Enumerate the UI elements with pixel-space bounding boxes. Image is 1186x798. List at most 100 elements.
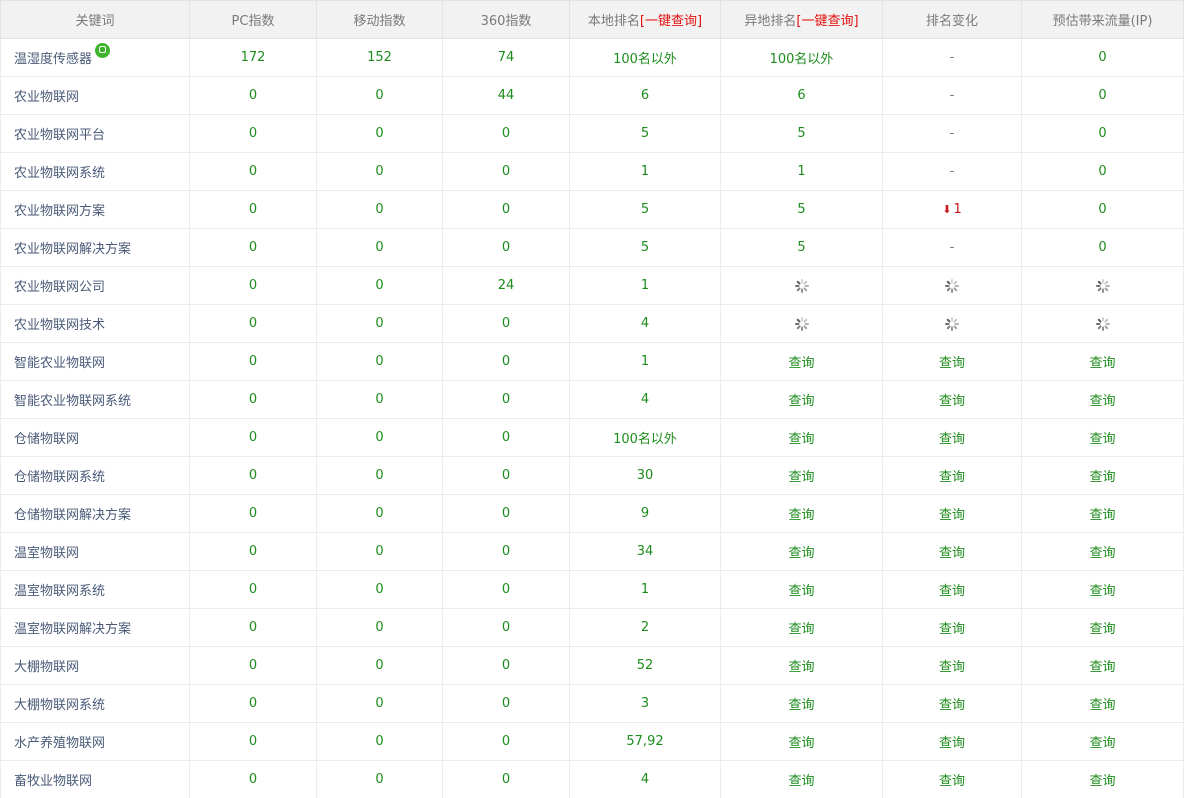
mobile-index-cell: 0 <box>316 494 443 533</box>
query-link[interactable]: 查询 <box>1089 356 1115 371</box>
360-index-cell: 0 <box>442 418 570 457</box>
keyword-text[interactable]: 仓储物联网 <box>14 432 79 447</box>
header-mobile-index[interactable]: 移动指数 <box>316 0 443 39</box>
query-link[interactable]: 查询 <box>788 622 814 637</box>
query-link[interactable]: 查询 <box>939 774 965 789</box>
pc-index-cell: 0 <box>189 608 317 647</box>
rank-change-cell: 查询 <box>882 418 1022 457</box>
estimated-traffic-cell: 查询 <box>1021 608 1184 647</box>
query-link[interactable]: 查询 <box>939 622 965 637</box>
keyword-text[interactable]: 大棚物联网系统 <box>14 698 105 713</box>
query-link[interactable]: 查询 <box>788 356 814 371</box>
query-link[interactable]: 查询 <box>788 774 814 789</box>
rank-change-cell: ⬇ 1 <box>882 190 1022 229</box>
query-link[interactable]: 查询 <box>939 584 965 599</box>
query-link[interactable]: 查询 <box>1089 660 1115 675</box>
local-rank-query-all-link[interactable]: [一键查询] <box>640 14 702 29</box>
rank-change-cell: 查询 <box>882 608 1022 647</box>
query-link[interactable]: 查询 <box>1089 470 1115 485</box>
header-360-index[interactable]: 360指数 <box>442 0 570 39</box>
keyword-text[interactable]: 智能农业物联网系统 <box>14 394 131 409</box>
pc-index-cell: 172 <box>189 38 317 77</box>
query-link[interactable]: 查询 <box>1089 774 1115 789</box>
keyword-cell: 农业物联网解决方案 <box>0 228 190 267</box>
pc-index-cell: 0 <box>189 570 317 609</box>
query-link[interactable]: 查询 <box>788 660 814 675</box>
query-link[interactable]: 查询 <box>788 508 814 523</box>
query-link[interactable]: 查询 <box>939 432 965 447</box>
query-link[interactable]: 查询 <box>939 508 965 523</box>
estimated-traffic-cell: 查询 <box>1021 342 1184 381</box>
query-link[interactable]: 查询 <box>788 394 814 409</box>
rank-change-cell: 查询 <box>882 646 1022 685</box>
keyword-text[interactable]: 温室物联网解决方案 <box>14 622 131 637</box>
keyword-text[interactable]: 水产养殖物联网 <box>14 736 105 751</box>
local-rank-cell: 1 <box>569 266 721 305</box>
estimated-traffic-cell: 0 <box>1021 152 1184 191</box>
360-index-cell: 0 <box>442 342 570 381</box>
table-row: 水产养殖物联网 0 0 0 57,92 查询 查询 查询 <box>0 722 1184 761</box>
remote-rank-cell: 5 <box>720 114 883 153</box>
query-link[interactable]: 查询 <box>939 698 965 713</box>
query-link[interactable]: 查询 <box>1089 546 1115 561</box>
query-link[interactable]: 查询 <box>788 698 814 713</box>
query-link[interactable]: 查询 <box>788 432 814 447</box>
keyword-text[interactable]: 温湿度传感器 <box>14 52 92 67</box>
remote-rank-cell: 查询 <box>720 456 883 495</box>
header-pc-index[interactable]: PC指数 <box>189 0 317 39</box>
keyword-text[interactable]: 农业物联网解决方案 <box>14 242 131 257</box>
query-link[interactable]: 查询 <box>939 470 965 485</box>
local-rank-cell: 9 <box>569 494 721 533</box>
pc-index-cell: 0 <box>189 152 317 191</box>
query-link[interactable]: 查询 <box>1089 622 1115 637</box>
query-link[interactable]: 查询 <box>939 736 965 751</box>
estimated-traffic-cell: 查询 <box>1021 494 1184 533</box>
query-link[interactable]: 查询 <box>939 546 965 561</box>
query-link[interactable]: 查询 <box>788 546 814 561</box>
keyword-cell: 仓储物联网 <box>0 418 190 457</box>
query-link[interactable]: 查询 <box>788 584 814 599</box>
query-link[interactable]: 查询 <box>939 660 965 675</box>
query-link[interactable]: 查询 <box>1089 394 1115 409</box>
estimated-traffic-cell: 查询 <box>1021 760 1184 798</box>
keyword-text[interactable]: 仓储物联网解决方案 <box>14 508 131 523</box>
keyword-text[interactable]: 仓储物联网系统 <box>14 470 105 485</box>
local-rank-cell: 1 <box>569 342 721 381</box>
360-index-cell: 0 <box>442 760 570 798</box>
table-row: 农业物联网系统 0 0 0 1 1-0 <box>0 152 1184 191</box>
360-index-cell: 0 <box>442 456 570 495</box>
keyword-text[interactable]: 农业物联网方案 <box>14 204 105 219</box>
remote-rank-query-all-link[interactable]: [一键查询] <box>796 14 858 29</box>
remote-rank-cell: 查询 <box>720 418 883 457</box>
keyword-text[interactable]: 大棚物联网 <box>14 660 79 675</box>
keyword-text[interactable]: 农业物联网系统 <box>14 166 105 181</box>
keyword-text[interactable]: 农业物联网技术 <box>14 318 105 333</box>
table-row: 智能农业物联网 0 0 0 1 查询 查询 查询 <box>0 342 1184 381</box>
table-row: 大棚物联网系统 0 0 0 3 查询 查询 查询 <box>0 684 1184 723</box>
query-link[interactable]: 查询 <box>1089 432 1115 447</box>
query-link[interactable]: 查询 <box>788 470 814 485</box>
keyword-text[interactable]: 农业物联网 <box>14 90 79 105</box>
mobile-index-cell: 0 <box>316 114 443 153</box>
360-index-cell: 0 <box>442 494 570 533</box>
keyword-text[interactable]: 畜牧业物联网 <box>14 774 92 789</box>
pc-index-cell: 0 <box>189 760 317 798</box>
remote-rank-cell: 查询 <box>720 684 883 723</box>
local-rank-cell: 34 <box>569 532 721 571</box>
keyword-text[interactable]: 农业物联网公司 <box>14 280 105 295</box>
query-link[interactable]: 查询 <box>1089 736 1115 751</box>
query-link[interactable]: 查询 <box>1089 584 1115 599</box>
keyword-text[interactable]: 智能农业物联网 <box>14 356 105 371</box>
keyword-text[interactable]: 温室物联网 <box>14 546 79 561</box>
keyword-text[interactable]: 温室物联网系统 <box>14 584 105 599</box>
query-link[interactable]: 查询 <box>1089 508 1115 523</box>
query-link[interactable]: 查询 <box>788 736 814 751</box>
query-link[interactable]: 查询 <box>939 394 965 409</box>
keyword-text[interactable]: 农业物联网平台 <box>14 128 105 143</box>
mobile-index-cell: 0 <box>316 266 443 305</box>
query-link[interactable]: 查询 <box>1089 698 1115 713</box>
keyword-cell: 大棚物联网系统 <box>0 684 190 723</box>
table-header-row: 关键词 PC指数 移动指数 360指数 本地排名[一键查询] 异地排名[一键查询… <box>0 0 1184 39</box>
query-link[interactable]: 查询 <box>939 356 965 371</box>
mobile-index-cell: 0 <box>316 304 443 343</box>
